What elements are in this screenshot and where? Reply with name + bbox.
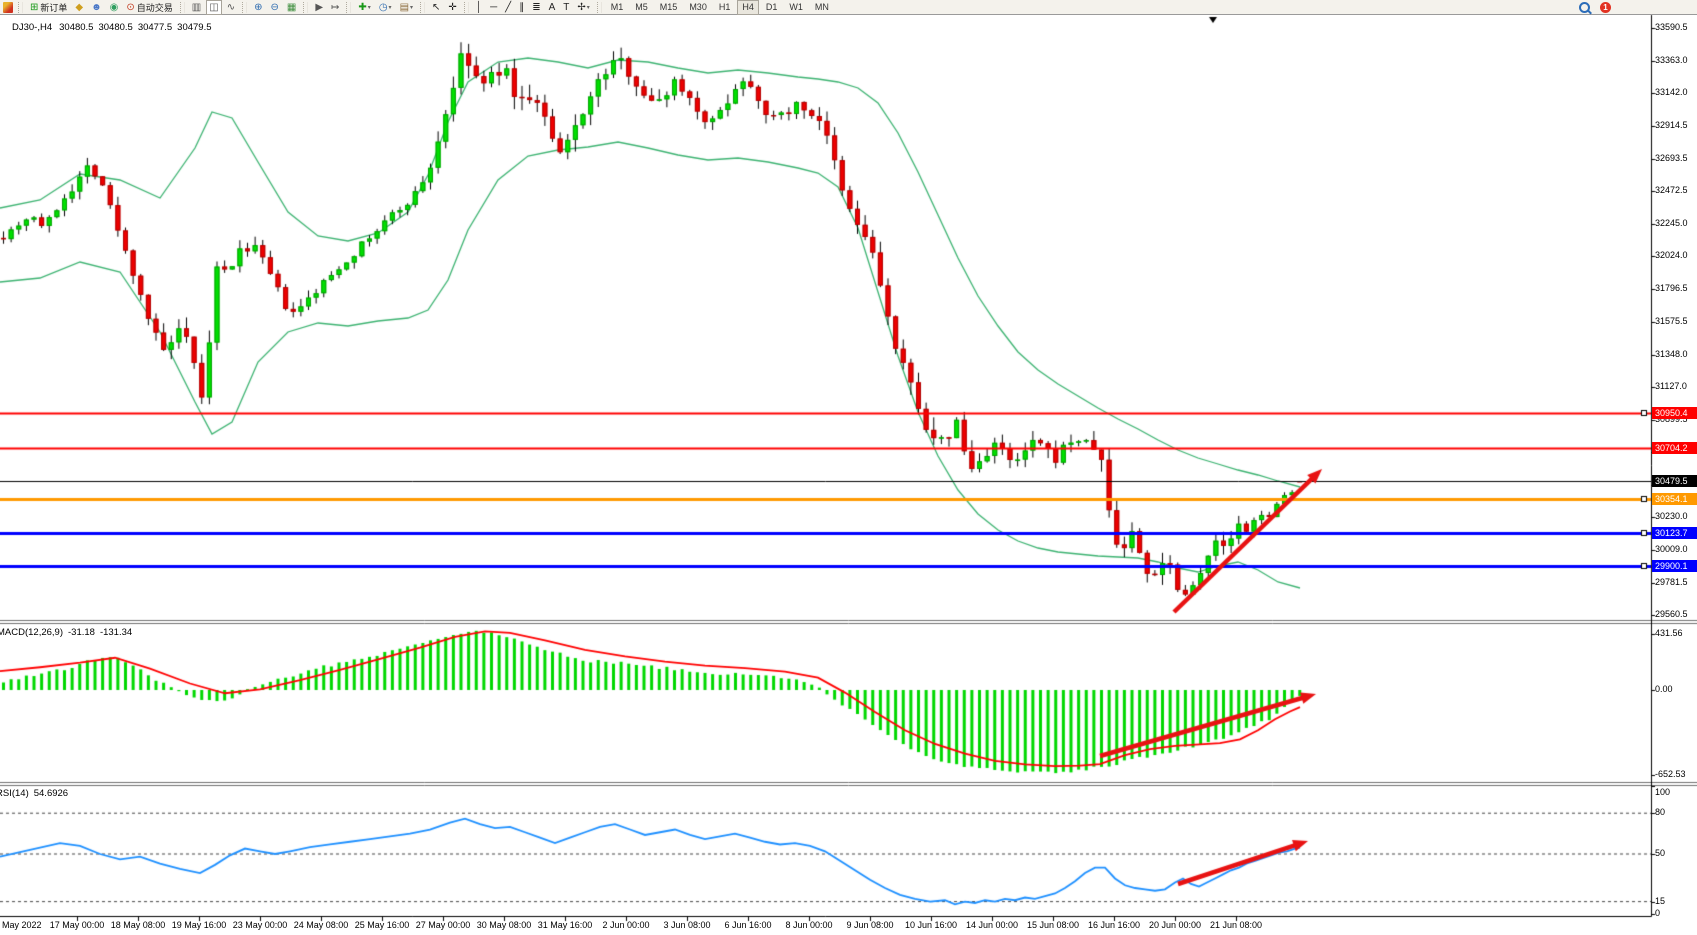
timeframe-mn[interactable]: MN [810,0,834,15]
vertical-line-icon[interactable]: │ [473,0,485,15]
text-icon: A [549,1,556,14]
search-icon[interactable] [1579,2,1590,13]
chart-shift-icon: ↦ [331,1,339,14]
line-chart-icon[interactable]: ∿ [224,0,238,15]
cursor-icon: ↖ [432,1,440,14]
chevron-down-icon: ▾ [410,4,413,11]
zoom-in-icon: ⊕ [254,1,262,14]
chevron-down-icon: ▾ [587,4,590,11]
timeframe-group: M1M5M15M30H1H4D1W1MN [605,0,835,15]
trendline-icon[interactable]: ╱ [502,0,514,15]
new-order-button-label: 新订单 [40,1,67,14]
timeframe-w1[interactable]: W1 [784,0,808,15]
indicators-icon[interactable]: ✚▾ [355,0,373,15]
equidistant-channel-icon[interactable]: ∥ [516,0,527,15]
signals-icon[interactable]: ◉ [107,0,122,15]
bar-chart-icon: ▥ [192,1,201,14]
market-watch-icon[interactable]: ◆ [72,0,86,15]
timeframe-m15[interactable]: M15 [655,0,683,15]
chevron-down-icon: ▾ [389,4,392,11]
fibonacci-icon: ≣ [532,1,540,14]
toolbar-separator [242,2,247,13]
new-order-button[interactable]: ⊞新订单 [27,0,70,15]
zoom-in-icon[interactable]: ⊕ [251,0,265,15]
timeframe-h4[interactable]: H4 [737,0,759,15]
templates-icon[interactable]: ▤▾ [397,0,416,15]
chart-window: DJ30-,H430480.530480.530477.530479.5 MAC… [0,0,1697,935]
auto-scroll-icon[interactable]: ▶ [312,0,326,15]
data-window-icon: ☻ [91,1,102,14]
horizontal-line-icon[interactable]: ─ [487,0,500,15]
chevron-down-icon: ▾ [368,4,371,11]
data-window-icon[interactable]: ☻ [88,0,105,15]
tile-windows-icon: ▦ [287,1,296,14]
crosshair-icon: ✛ [448,1,456,14]
equidistant-channel-icon: ∥ [519,1,524,14]
vertical-line-icon: │ [476,1,482,14]
text-label-icon[interactable]: T [560,0,572,15]
cursor-icon[interactable]: ↖ [429,0,443,15]
arrows-tool-icon: ✢ [577,1,585,14]
toolbar-separator [18,2,23,13]
autotrading-button-label: 自动交易 [137,1,173,14]
bar-chart-icon[interactable]: ▥ [189,0,204,15]
text-label-icon: T [563,1,569,14]
chart-canvas[interactable] [0,0,1697,935]
line-chart-icon: ∿ [227,1,235,14]
new-order-button: ⊞ [30,1,38,14]
timeframe-h1[interactable]: H1 [714,0,736,15]
trendline-icon: ╱ [505,1,511,14]
timeframe-d1[interactable]: D1 [761,0,783,15]
notification-badge[interactable]: 1 [1600,2,1611,13]
periods-icon: ◷ [379,1,388,14]
text-icon[interactable]: A [546,0,559,15]
horizontal-line-icon: ─ [490,1,497,14]
fibonacci-icon[interactable]: ≣ [529,0,543,15]
arrows-tool-icon[interactable]: ✢▾ [574,0,592,15]
autotrading-button: ⊙ [126,1,134,14]
zoom-out-icon: ⊖ [270,1,278,14]
chart-shift-icon[interactable]: ↦ [328,0,342,15]
timeframe-m5[interactable]: M5 [630,0,653,15]
periods-icon[interactable]: ◷▾ [376,0,395,15]
candlestick-chart-icon[interactable]: ◫ [206,0,221,15]
signals-icon: ◉ [110,1,119,14]
candlestick-chart-icon: ◫ [209,1,218,14]
toolbar-separator [346,2,351,13]
autotrading-button[interactable]: ⊙自动交易 [123,0,175,15]
crosshair-icon[interactable]: ✛ [445,0,459,15]
toolbar-separator [180,2,185,13]
timeframe-m30[interactable]: M30 [684,0,712,15]
toolbar-separator [303,2,308,13]
zoom-out-icon[interactable]: ⊖ [267,0,281,15]
templates-icon: ▤ [400,1,409,14]
toolbar-separator [420,2,425,13]
toolbar-separator [464,2,469,13]
tile-windows-icon[interactable]: ▦ [284,0,299,15]
market-watch-icon: ◆ [75,1,83,14]
app-logo-icon [3,2,13,13]
timeframe-m1[interactable]: M1 [606,0,629,15]
indicators-icon: ✚ [358,1,366,14]
toolbar-separator [597,2,602,13]
toolbar: ⊞新订单◆☻◉⊙自动交易▥◫∿⊕⊖▦▶↦✚▾◷▾▤▾↖✛│─╱∥≣AT✢▾M1M… [0,0,1697,15]
auto-scroll-icon: ▶ [315,1,323,14]
